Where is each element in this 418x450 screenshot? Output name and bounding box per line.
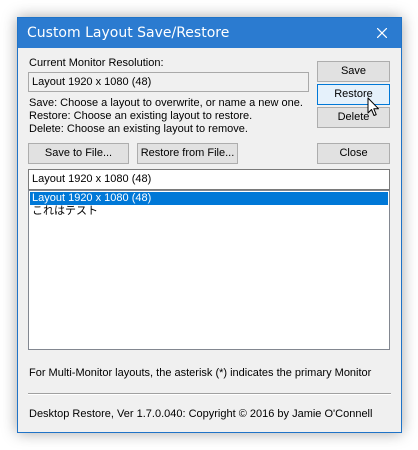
resolution-label: Current Monitor Resolution: <box>29 57 164 69</box>
title-bar[interactable]: Custom Layout Save/Restore <box>18 18 401 48</box>
list-item[interactable]: Layout 1920 x 1080 (48) <box>30 192 388 205</box>
help-delete-text: Delete: Choose an existing layout to rem… <box>29 123 248 135</box>
save-button[interactable]: Save <box>317 61 390 82</box>
help-restore-text: Restore: Choose an existing layout to re… <box>29 110 253 122</box>
help-save-text: Save: Choose a layout to overwrite, or n… <box>29 97 303 109</box>
layout-name-input[interactable]: Layout 1920 x 1080 (48) <box>28 169 390 190</box>
layout-list[interactable]: Layout 1920 x 1080 (48) これはテスト <box>28 190 390 350</box>
restore-from-file-button[interactable]: Restore from File... <box>137 143 238 164</box>
custom-layout-dialog: Custom Layout Save/Restore Current Monit… <box>17 17 402 433</box>
close-window-button[interactable] <box>363 18 401 48</box>
close-icon <box>377 28 387 38</box>
mouse-pointer-icon <box>367 97 379 116</box>
footer-divider <box>28 393 391 395</box>
window-title: Custom Layout Save/Restore <box>27 25 230 41</box>
save-to-file-button[interactable]: Save to File... <box>28 143 129 164</box>
list-item[interactable]: これはテスト <box>30 205 388 218</box>
copyright-text: Desktop Restore, Ver 1.7.0.040: Copyrigh… <box>29 408 373 420</box>
resolution-value: Layout 1920 x 1080 (48) <box>28 72 309 92</box>
multi-monitor-note: For Multi-Monitor layouts, the asterisk … <box>29 367 372 379</box>
close-button[interactable]: Close <box>317 143 390 164</box>
